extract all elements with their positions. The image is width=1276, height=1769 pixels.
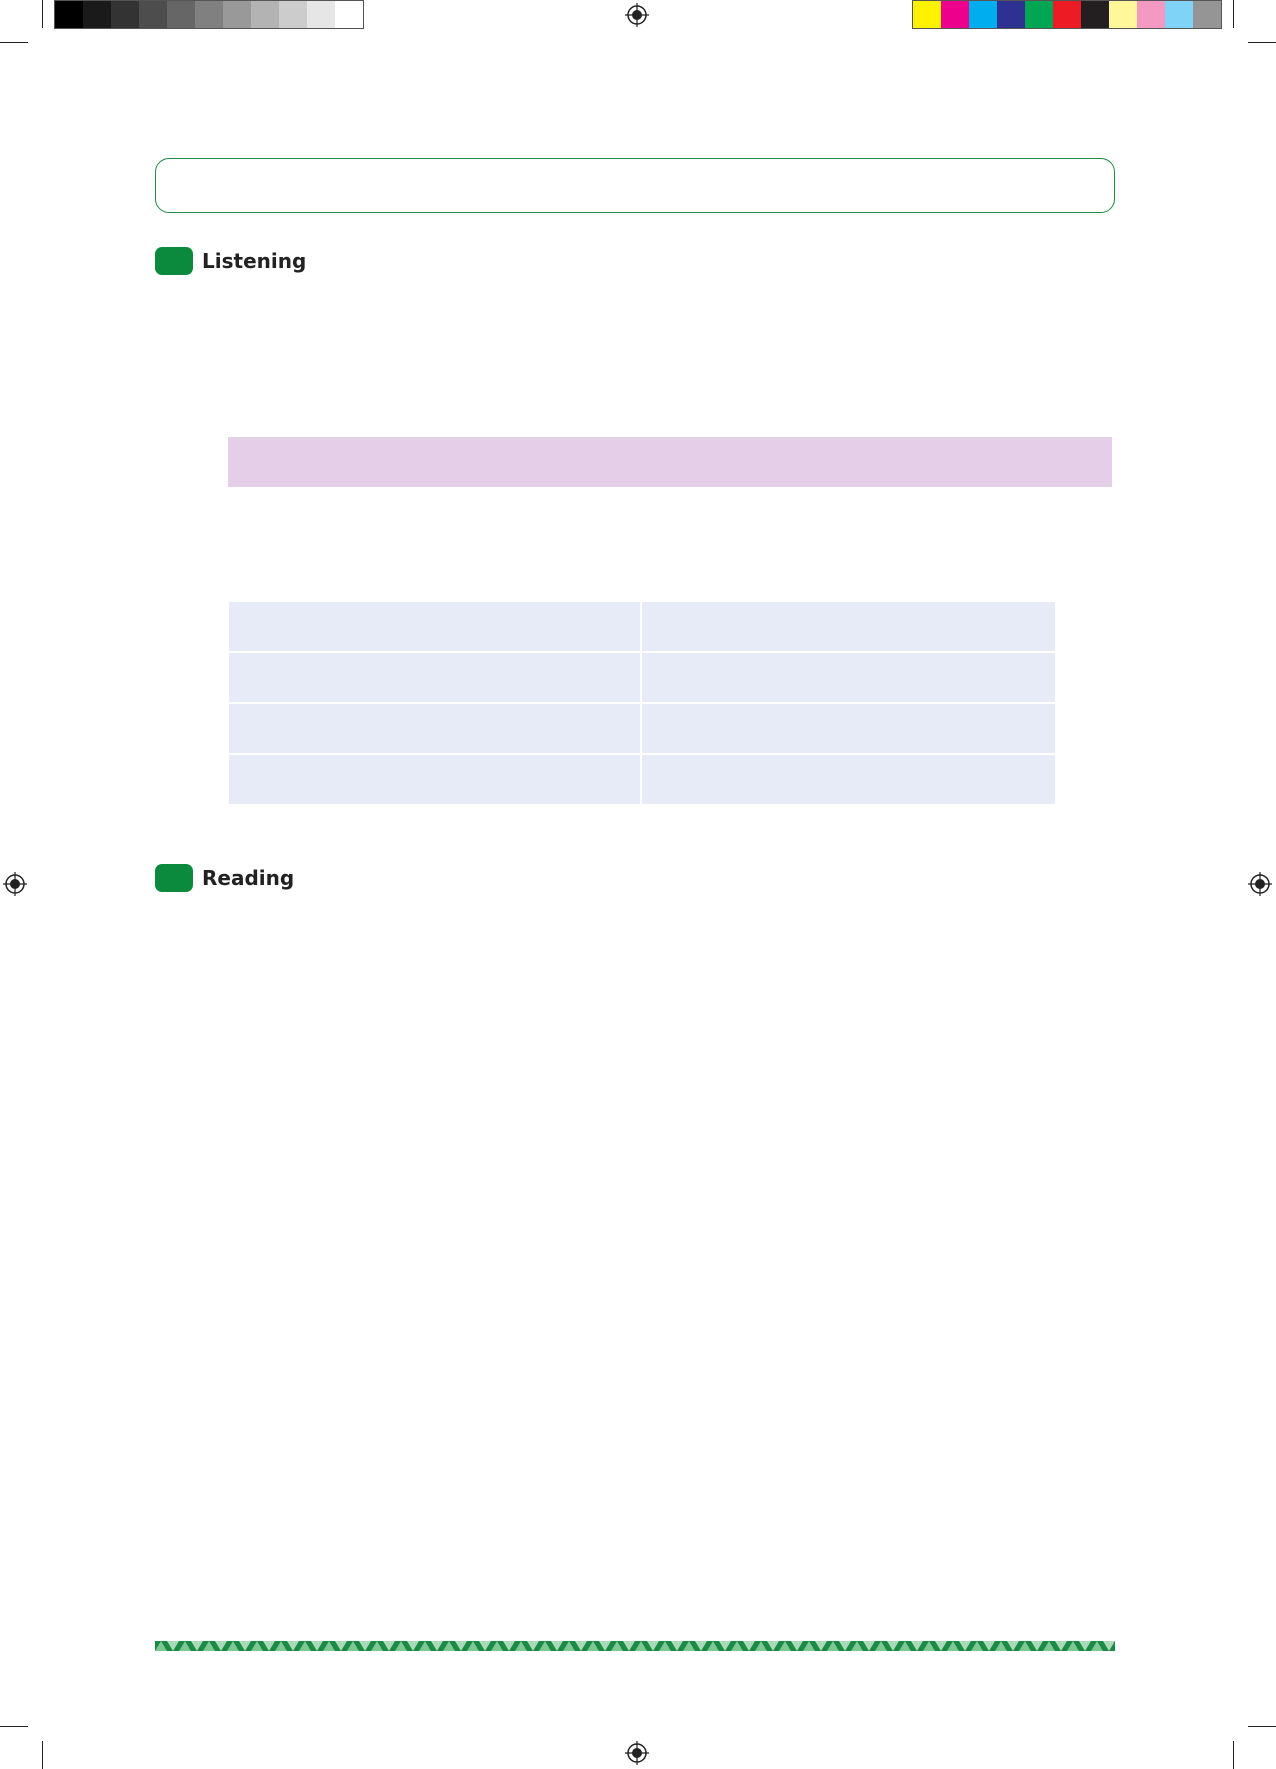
- table-cell[interactable]: [229, 704, 640, 753]
- color-swatch: [1081, 1, 1109, 28]
- instruction-band: [228, 437, 1112, 487]
- reading-section-header: Reading: [155, 864, 294, 892]
- crop-mark: [42, 1741, 43, 1769]
- gray-swatch: [223, 1, 251, 28]
- color-swatch: [1053, 1, 1081, 28]
- registration-mark-icon: [625, 1741, 649, 1765]
- gray-swatch: [251, 1, 279, 28]
- color-swatch: [1193, 1, 1221, 28]
- color-swatch: [969, 1, 997, 28]
- registration-mark-icon: [625, 3, 649, 27]
- crop-mark: [0, 1726, 28, 1727]
- answer-table: [229, 602, 1055, 804]
- table-cell[interactable]: [642, 602, 1055, 651]
- grayscale-color-bar: [54, 0, 364, 29]
- gray-swatch: [195, 1, 223, 28]
- section-title: Reading: [202, 866, 295, 890]
- section-marker-icon: [155, 247, 193, 275]
- gray-swatch: [83, 1, 111, 28]
- gray-swatch: [279, 1, 307, 28]
- gray-swatch: [139, 1, 167, 28]
- color-swatch: [997, 1, 1025, 28]
- color-swatch: [913, 1, 941, 28]
- gray-swatch: [307, 1, 335, 28]
- table-cell[interactable]: [642, 755, 1055, 804]
- table-cell[interactable]: [642, 704, 1055, 753]
- footer-decorative-band: [155, 1641, 1115, 1651]
- title-box: [155, 158, 1115, 213]
- section-title: Listening: [202, 249, 307, 273]
- gray-swatch: [55, 1, 83, 28]
- section-marker-icon: [155, 864, 193, 892]
- gray-swatch: [167, 1, 195, 28]
- registration-mark-icon: [3, 872, 27, 896]
- crop-mark: [42, 0, 43, 28]
- crop-mark: [1233, 1741, 1234, 1769]
- gray-swatch: [111, 1, 139, 28]
- color-swatch: [1025, 1, 1053, 28]
- table-cell[interactable]: [642, 653, 1055, 702]
- color-swatch: [941, 1, 969, 28]
- color-swatch: [1109, 1, 1137, 28]
- crop-mark: [1248, 1726, 1276, 1727]
- crop-mark: [1233, 0, 1234, 28]
- listening-section-header: Listening: [155, 247, 306, 275]
- process-color-bar: [912, 0, 1222, 29]
- table-cell[interactable]: [229, 755, 640, 804]
- table-cell[interactable]: [229, 602, 640, 651]
- color-swatch: [1137, 1, 1165, 28]
- registration-mark-icon: [1248, 872, 1272, 896]
- crop-mark: [1248, 42, 1276, 43]
- gray-swatch: [335, 1, 363, 28]
- table-cell[interactable]: [229, 653, 640, 702]
- color-swatch: [1165, 1, 1193, 28]
- crop-mark: [0, 42, 28, 43]
